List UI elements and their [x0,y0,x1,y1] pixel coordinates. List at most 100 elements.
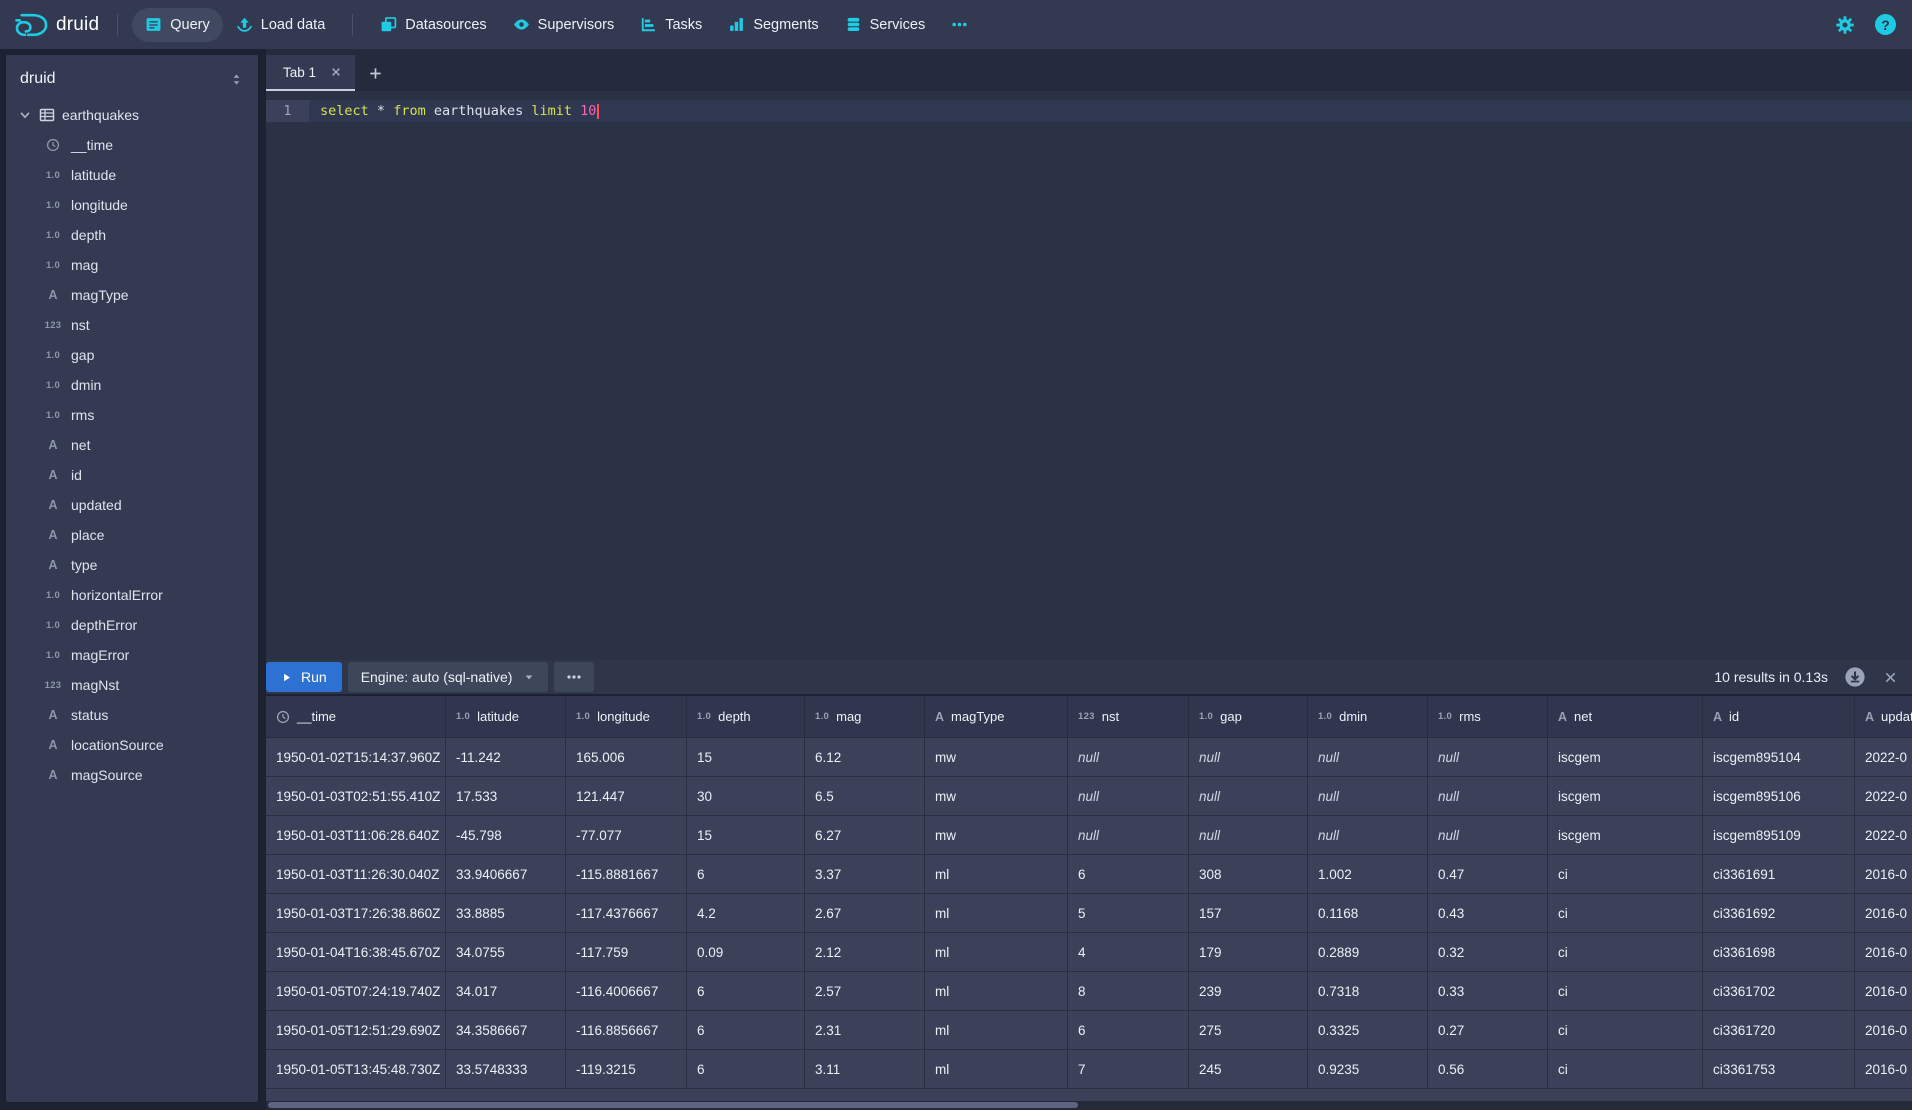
table-cell-depth[interactable]: 6 [687,855,805,894]
table-cell-nst[interactable]: 4 [1068,933,1189,972]
table-cell-__time[interactable]: 1950-01-05T12:51:29.690Z [266,1011,446,1050]
table-cell-id[interactable]: ci3361691 [1703,855,1855,894]
sidebar-field-type[interactable]: Atype [6,550,258,580]
column-header-updated[interactable]: Aupdated [1855,696,1912,738]
active-code-line[interactable]: 1 select * from earthquakes limit 10 [266,100,1912,122]
table-cell-latitude[interactable]: 34.3586667 [446,1011,566,1050]
table-cell-mag[interactable]: 6.27 [805,816,925,855]
table-cell-dmin[interactable]: 0.9235 [1308,1050,1428,1089]
table-cell-gap[interactable]: null [1189,777,1308,816]
table-cell-longitude[interactable]: -117.4376667 [566,894,687,933]
table-cell-net[interactable]: ci [1548,894,1703,933]
table-cell-longitude[interactable]: -115.8881667 [566,855,687,894]
table-cell-magType[interactable]: mw [925,738,1068,777]
table-cell-rms[interactable]: 0.56 [1428,1050,1548,1089]
chevron-down-icon[interactable] [18,108,32,122]
nav-item-supervisors[interactable]: Supervisors [500,8,628,42]
sidebar-field-updated[interactable]: Aupdated [6,490,258,520]
table-cell-rms[interactable]: 0.47 [1428,855,1548,894]
table-cell-rms[interactable]: 0.43 [1428,894,1548,933]
sidebar-field-__time[interactable]: __time [6,130,258,160]
sort-icon[interactable] [229,72,244,87]
nav-item-more[interactable] [938,8,981,42]
column-header-magType[interactable]: AmagType [925,696,1068,738]
sql-editor[interactable]: 1 select * from earthquakes limit 10 [266,91,1912,660]
table-cell-mag[interactable]: 2.67 [805,894,925,933]
column-header-latitude[interactable]: 1.0latitude [446,696,566,738]
table-cell-updated[interactable]: 2022-0 [1855,816,1912,855]
table-cell-longitude[interactable]: -77.077 [566,816,687,855]
table-cell-id[interactable]: ci3361692 [1703,894,1855,933]
table-cell-depth[interactable]: 15 [687,816,805,855]
sidebar-field-magSource[interactable]: AmagSource [6,760,258,790]
sidebar-field-longitude[interactable]: 1.0longitude [6,190,258,220]
sidebar-field-dmin[interactable]: 1.0dmin [6,370,258,400]
help-icon[interactable]: ? [1875,14,1896,35]
table-cell-latitude[interactable]: -45.798 [446,816,566,855]
table-cell-dmin[interactable]: null [1308,816,1428,855]
engine-select[interactable]: Engine: auto (sql-native) [348,662,549,692]
sidebar-field-nst[interactable]: 123nst [6,310,258,340]
table-cell-updated[interactable]: 2016-0 [1855,855,1912,894]
scrollbar-thumb[interactable] [268,1102,1078,1108]
table-cell-rms[interactable]: 0.27 [1428,1011,1548,1050]
table-cell-dmin[interactable]: null [1308,738,1428,777]
settings-gear-icon[interactable] [1835,15,1855,35]
table-cell-mag[interactable]: 2.12 [805,933,925,972]
sidebar-field-magNst[interactable]: 123magNst [6,670,258,700]
table-cell-updated[interactable]: 2016-0 [1855,1050,1912,1089]
nav-item-query[interactable]: Query [132,8,223,42]
table-cell-id[interactable]: iscgem895104 [1703,738,1855,777]
table-cell-nst[interactable]: 6 [1068,855,1189,894]
sidebar-field-place[interactable]: Aplace [6,520,258,550]
table-cell-net[interactable]: ci [1548,972,1703,1011]
table-cell-__time[interactable]: 1950-01-05T07:24:19.740Z [266,972,446,1011]
table-cell-dmin[interactable]: 0.7318 [1308,972,1428,1011]
table-cell-id[interactable]: iscgem895109 [1703,816,1855,855]
table-cell-gap[interactable]: 157 [1189,894,1308,933]
table-cell-depth[interactable]: 15 [687,738,805,777]
table-cell-net[interactable]: ci [1548,855,1703,894]
table-cell-mag[interactable]: 6.5 [805,777,925,816]
table-cell-updated[interactable]: 2022-0 [1855,777,1912,816]
table-cell-latitude[interactable]: 33.5748333 [446,1050,566,1089]
table-cell-rms[interactable]: 0.32 [1428,933,1548,972]
table-cell-depth[interactable]: 6 [687,1050,805,1089]
table-cell-nst[interactable]: 8 [1068,972,1189,1011]
table-cell-rms[interactable]: null [1428,777,1548,816]
table-cell-latitude[interactable]: 34.017 [446,972,566,1011]
table-cell-__time[interactable]: 1950-01-03T02:51:55.410Z [266,777,446,816]
table-cell-longitude[interactable]: 121.447 [566,777,687,816]
column-header-dmin[interactable]: 1.0dmin [1308,696,1428,738]
table-cell-id[interactable]: ci3361720 [1703,1011,1855,1050]
table-cell-__time[interactable]: 1950-01-03T11:06:28.640Z [266,816,446,855]
table-cell-magType[interactable]: ml [925,855,1068,894]
table-cell-mag[interactable]: 6.12 [805,738,925,777]
table-cell-dmin[interactable]: 0.2889 [1308,933,1428,972]
table-cell-gap[interactable]: 275 [1189,1011,1308,1050]
sidebar-field-mag[interactable]: 1.0mag [6,250,258,280]
table-cell-mag[interactable]: 2.31 [805,1011,925,1050]
table-cell-updated[interactable]: 2016-0 [1855,894,1912,933]
table-cell-rms[interactable]: null [1428,738,1548,777]
table-cell-__time[interactable]: 1950-01-02T15:14:37.960Z [266,738,446,777]
table-cell-updated[interactable]: 2016-0 [1855,933,1912,972]
table-cell-gap[interactable]: 179 [1189,933,1308,972]
sidebar-field-rms[interactable]: 1.0rms [6,400,258,430]
table-cell-net[interactable]: ci [1548,1011,1703,1050]
table-cell-magType[interactable]: ml [925,972,1068,1011]
table-cell-gap[interactable]: 245 [1189,1050,1308,1089]
table-cell-nst[interactable]: 5 [1068,894,1189,933]
table-cell-magType[interactable]: ml [925,894,1068,933]
table-cell-magType[interactable]: ml [925,1011,1068,1050]
table-cell-depth[interactable]: 4.2 [687,894,805,933]
table-cell-rms[interactable]: null [1428,816,1548,855]
column-header-net[interactable]: Anet [1548,696,1703,738]
sidebar-field-magError[interactable]: 1.0magError [6,640,258,670]
table-cell-dmin[interactable]: 1.002 [1308,855,1428,894]
column-header-rms[interactable]: 1.0rms [1428,696,1548,738]
sidebar-field-latitude[interactable]: 1.0latitude [6,160,258,190]
column-header-mag[interactable]: 1.0mag [805,696,925,738]
table-cell-net[interactable]: iscgem [1548,777,1703,816]
column-header-gap[interactable]: 1.0gap [1189,696,1308,738]
